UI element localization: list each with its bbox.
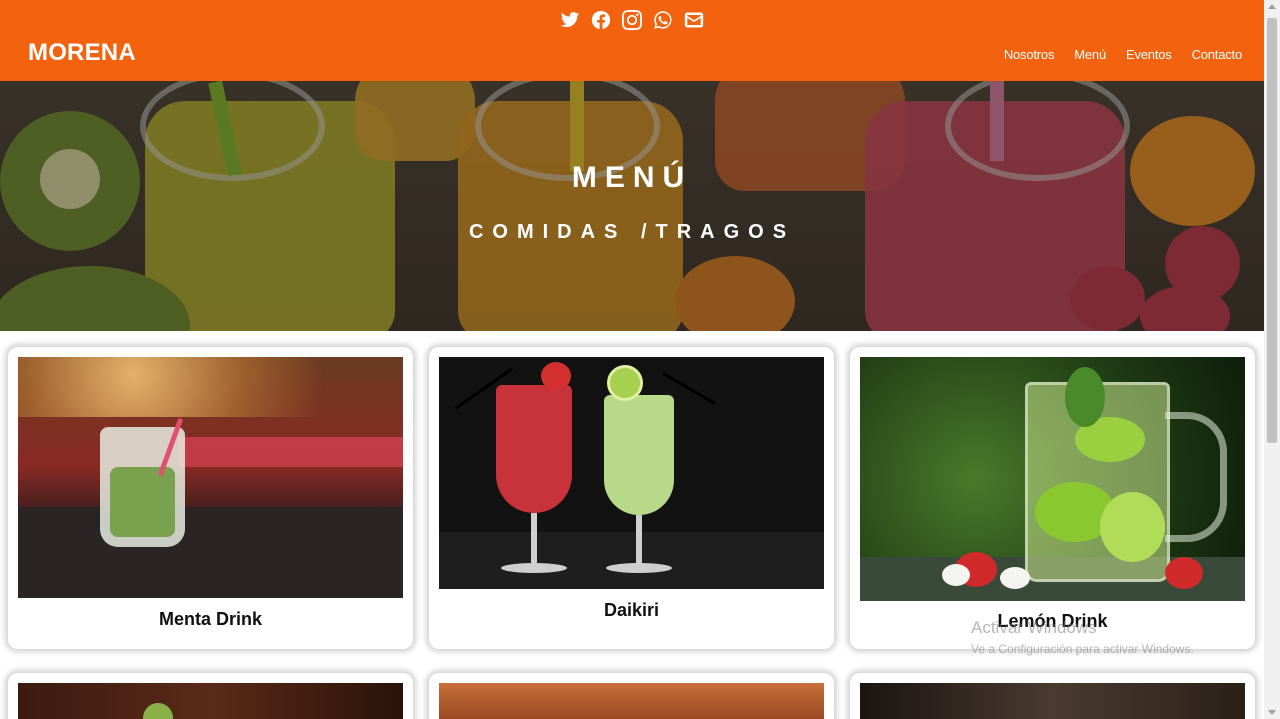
brand-logo[interactable]: MORENA (28, 39, 136, 67)
hero-overlay (0, 81, 1264, 331)
whatsapp-icon[interactable] (653, 9, 674, 30)
nav-item-contacto[interactable]: Contacto (1192, 47, 1243, 62)
social-links (0, 9, 1264, 30)
email-icon[interactable] (684, 9, 705, 30)
hero-title: MENÚ (571, 161, 693, 194)
site-header: MORENA Nosotros Menú Eventos Contacto (0, 0, 1264, 81)
hero-subtitle: COMIDAS /TRAGOS (468, 221, 796, 243)
drink-image (860, 683, 1245, 719)
menta-drink-image (18, 357, 403, 598)
watermark-line2: Ve a Configuración para activar Windows. (971, 642, 1194, 656)
menu-card[interactable]: Daikiri (429, 347, 834, 649)
card-title: Menta Drink (158, 609, 263, 629)
windows-activation-watermark: Activar Windows Ve a Configuración para … (971, 618, 1194, 656)
facebook-icon[interactable] (591, 9, 612, 30)
menu-card[interactable]: Menta Drink (8, 347, 413, 649)
hero-banner: MENÚ COMIDAS /TRAGOS (0, 81, 1264, 331)
card-title: Daikiri (603, 600, 660, 620)
lemon-drink-image (860, 357, 1245, 601)
menu-card[interactable] (429, 673, 834, 719)
main-nav: Nosotros Menú Eventos Contacto (1004, 47, 1242, 62)
watermark-line1: Activar Windows (971, 618, 1097, 637)
drink-image (18, 683, 403, 719)
drink-image (439, 683, 824, 719)
nav-item-nosotros[interactable]: Nosotros (1004, 47, 1055, 62)
menu-card[interactable] (850, 673, 1255, 719)
instagram-icon[interactable] (622, 9, 643, 30)
page-scrollbar[interactable] (1264, 0, 1280, 719)
twitter-icon[interactable] (560, 9, 581, 30)
menu-card[interactable]: Lemón Drink (850, 347, 1255, 649)
scroll-up-icon[interactable] (1268, 4, 1276, 9)
scroll-down-icon[interactable] (1268, 710, 1276, 715)
scrollbar-thumb[interactable] (1267, 18, 1277, 443)
daikiri-image (439, 357, 824, 589)
nav-item-menu[interactable]: Menú (1074, 47, 1106, 62)
menu-card[interactable] (8, 673, 413, 719)
nav-item-eventos[interactable]: Eventos (1126, 47, 1172, 62)
